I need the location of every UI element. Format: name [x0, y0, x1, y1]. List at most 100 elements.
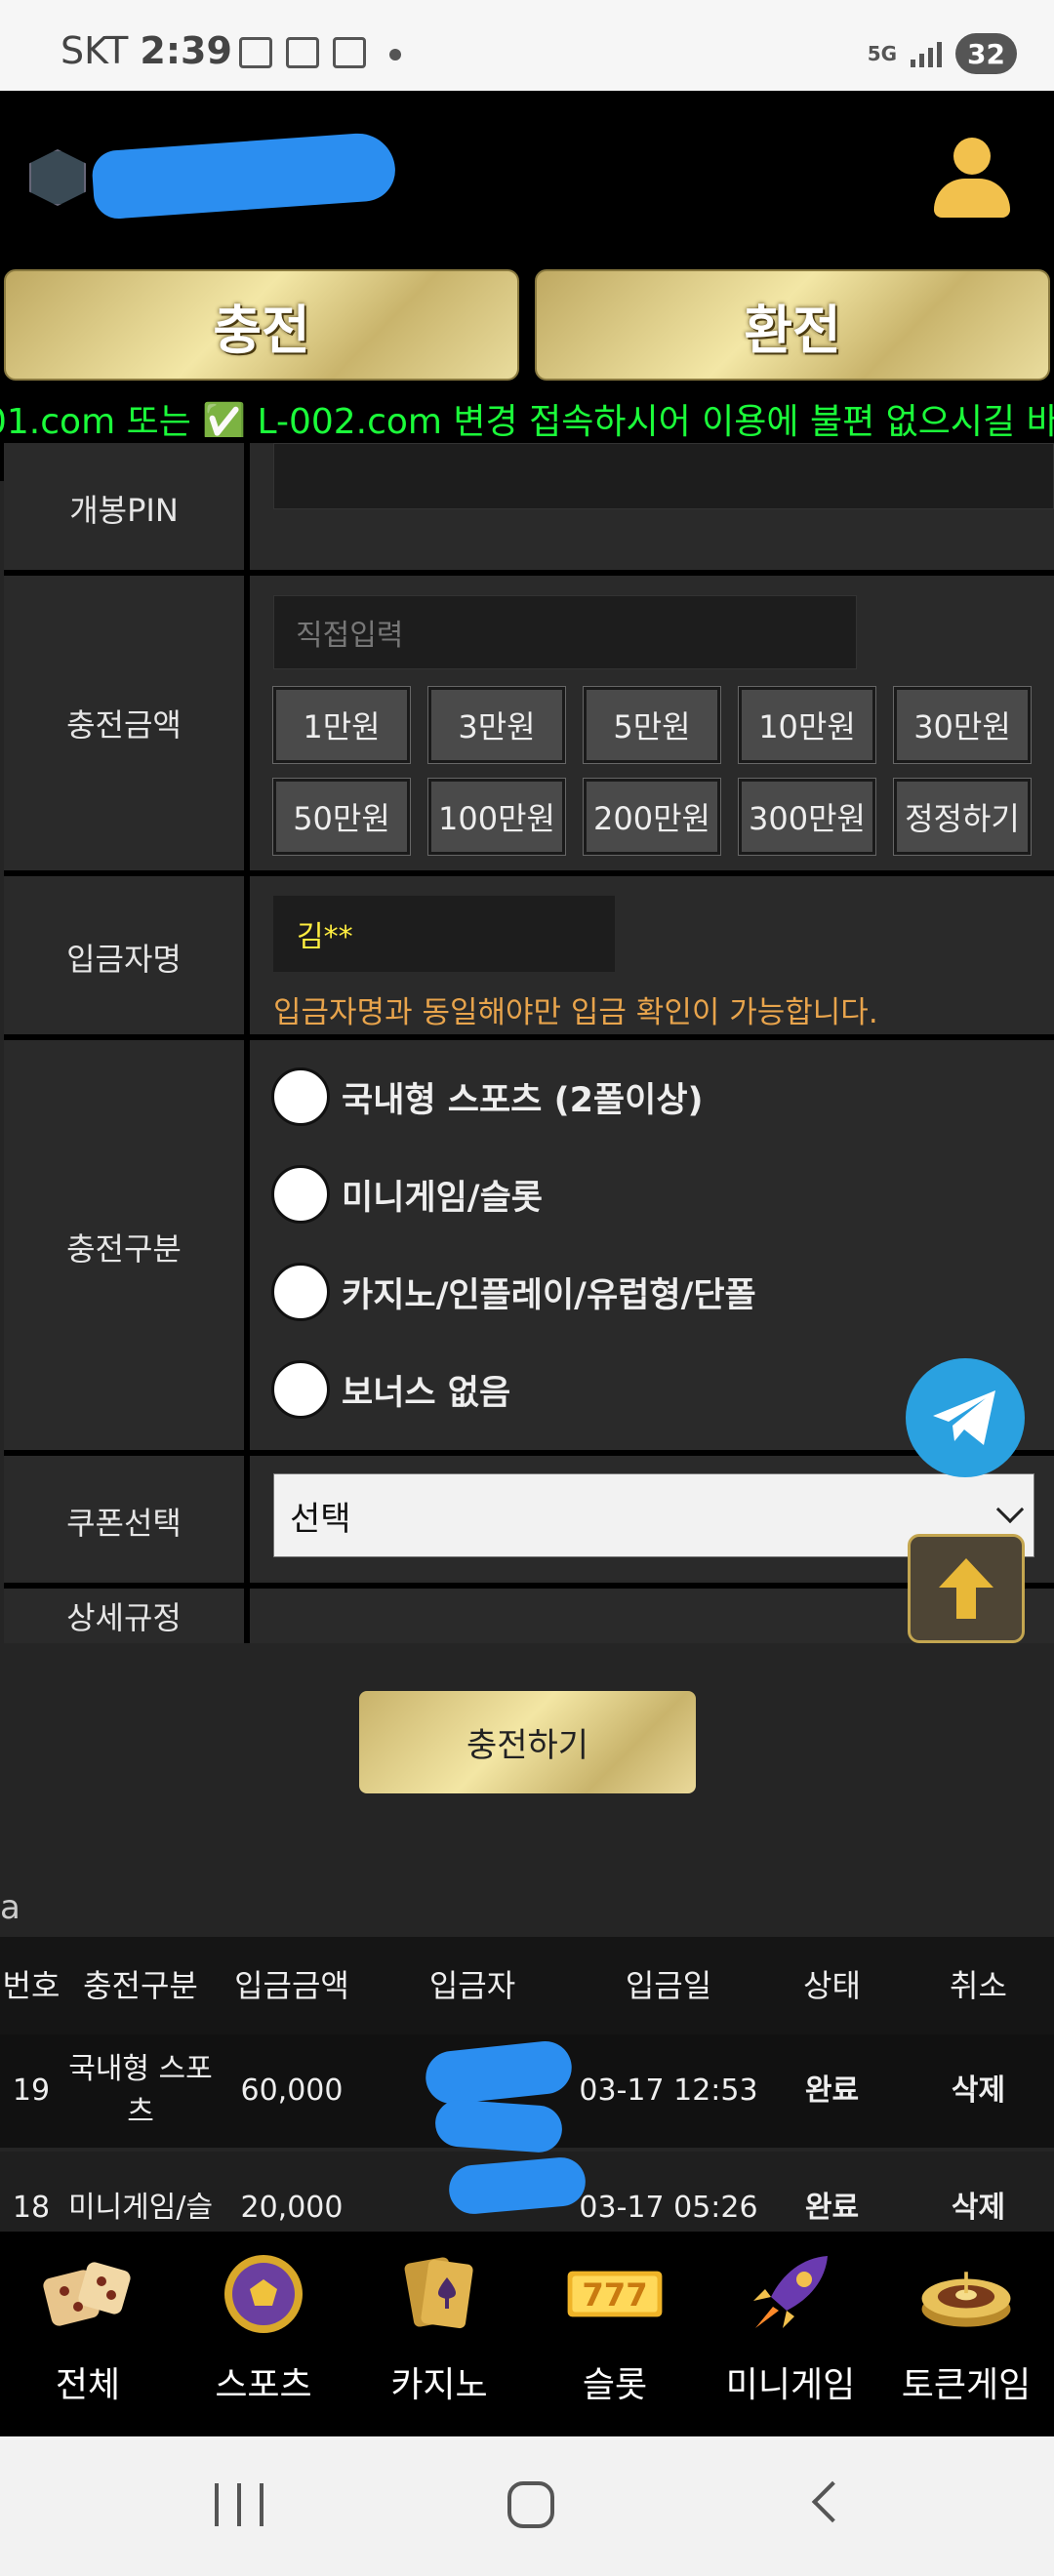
category-option-casino[interactable]: 카지노/인플레이/유럽형/단폴 — [271, 1263, 756, 1321]
nav-item-label: 슬롯 — [582, 2365, 648, 2405]
battery-indicator: 32 — [955, 33, 1017, 74]
category-option-label: 보너스 없음 — [342, 1373, 511, 1413]
amount-button-50k[interactable]: 5만원 — [583, 686, 721, 764]
telegram-button[interactable] — [906, 1358, 1025, 1477]
category-option-label: 미니게임/슬롯 — [342, 1178, 543, 1218]
column-header: 입금금액 — [234, 1967, 349, 2004]
game-nav-bar: 전체 스포츠 카지노 777 슬롯 미니게임 토큰게임 — [0, 2232, 1054, 2436]
submit-charge-button[interactable]: 충전하기 — [359, 1691, 696, 1793]
nav-item-label: 미니게임 — [725, 2365, 856, 2405]
depositor-notice: 입금자명과 동일해야만 입금 확인이 가능합니다. — [273, 995, 878, 1030]
signal-icon — [911, 40, 943, 67]
radio-button[interactable] — [271, 1067, 330, 1126]
depositor-input[interactable]: 김** — [273, 896, 615, 972]
user-profile-icon[interactable] — [932, 138, 1010, 221]
site-logo[interactable] — [29, 149, 86, 206]
column-header: 충전구분 — [83, 1967, 198, 2004]
category-option-no-bonus[interactable]: 보너스 없음 — [271, 1360, 510, 1419]
network-type: 5G — [867, 42, 898, 65]
amount-reset-button[interactable]: 정정하기 — [893, 778, 1032, 856]
rules-row: 상세규정 — [4, 1583, 1054, 1643]
soccer-ball-icon — [215, 2249, 312, 2339]
exchange-tab-button[interactable]: 환전 — [535, 269, 1050, 381]
svg-text:777: 777 — [582, 2276, 647, 2314]
coupon-row: 쿠폰선택 선택 — [4, 1450, 1054, 1587]
amount-button-1m[interactable]: 100만원 — [427, 778, 566, 856]
pin-input[interactable] — [273, 443, 1054, 509]
row-delete-button[interactable]: 삭제 — [893, 2034, 1054, 2148]
system-nav-bar — [0, 2436, 1054, 2576]
cards-icon — [390, 2249, 488, 2339]
amount-button-30k[interactable]: 3만원 — [427, 686, 566, 764]
rules-label: 상세규정 — [4, 1589, 250, 1643]
charge-tab-button[interactable]: 충전 — [4, 269, 519, 381]
category-row: 충전구분 국내형 스포츠 (2폴이상) 미니게임/슬롯 카지노/인플레이/유럽형… — [4, 1034, 1054, 1454]
radio-button[interactable] — [271, 1360, 330, 1419]
amount-button-100k[interactable]: 10만원 — [738, 686, 876, 764]
pin-cell — [256, 443, 1054, 574]
amount-button-10k[interactable]: 1만원 — [272, 686, 411, 764]
rocket-icon — [742, 2249, 839, 2339]
nav-item-label: 스포츠 — [215, 2365, 312, 2405]
status-bar: SKT 2:39 5G 32 — [0, 0, 1054, 91]
back-icon[interactable] — [811, 2480, 854, 2523]
category-option-label: 카지노/인플레이/유럽형/단폴 — [342, 1275, 756, 1315]
slot-777-icon: 777 — [566, 2249, 664, 2339]
column-header: 상태 — [803, 1967, 861, 2004]
pin-label: 개봉PIN — [4, 443, 250, 574]
row-number: 19 — [12, 2073, 51, 2108]
redaction-mask — [90, 131, 398, 221]
coupon-label: 쿠폰선택 — [4, 1456, 250, 1587]
category-option-label: 국내형 스포츠 (2폴이상) — [342, 1080, 704, 1120]
column-header: 입금일 — [625, 1967, 712, 2004]
recent-apps-icon[interactable] — [215, 2483, 264, 2526]
status-time: 2:39 — [140, 29, 232, 72]
arrow-up-icon — [939, 1558, 993, 1619]
category-label: 충전구분 — [4, 1040, 250, 1454]
status-notification-icons — [239, 37, 401, 68]
nav-item-all[interactable]: 전체 — [0, 2232, 176, 2436]
radio-button[interactable] — [271, 1263, 330, 1321]
column-header: 입금자 — [428, 1967, 516, 2004]
radio-button[interactable] — [271, 1165, 330, 1224]
carrier-text: SKT — [61, 29, 129, 72]
redaction-mask — [433, 2098, 564, 2154]
depositor-cell: 김** 입금자명과 동일해야만 입금 확인이 가능합니다. — [256, 876, 1054, 1038]
row-status: 완료 — [804, 2073, 860, 2108]
screenshot-icon — [286, 37, 319, 68]
category-option-sports[interactable]: 국내형 스포츠 (2폴이상) — [271, 1067, 704, 1126]
nav-item-label: 토큰게임 — [901, 2365, 1032, 2405]
history-title: a — [0, 1888, 20, 1927]
depositor-row: 입금자명 김** 입금자명과 동일해야만 입금 확인이 가능합니다. — [4, 870, 1054, 1038]
nav-item-label: 카지노 — [390, 2365, 488, 2405]
amount-button-2m[interactable]: 200만원 — [583, 778, 721, 856]
row-type: 국내형 스포츠 — [68, 2052, 213, 2129]
amount-input[interactable]: 직접입력 — [273, 595, 857, 669]
amount-button-500k[interactable]: 50만원 — [272, 778, 411, 856]
telegram-icon — [933, 1390, 995, 1445]
depositor-label: 입금자명 — [4, 876, 250, 1038]
row-date: 03-17 12:53 — [579, 2073, 758, 2108]
chevron-down-icon — [995, 1495, 1025, 1524]
amount-button-3m[interactable]: 300만원 — [738, 778, 876, 856]
column-header: 번호 — [2, 1967, 61, 2004]
pin-row: 개봉PIN — [4, 437, 1054, 574]
amount-cell: 직접입력 1만원 3만원 5만원 10만원 30만원 50만원 100만원 20… — [256, 576, 1054, 870]
scroll-to-top-button[interactable] — [908, 1534, 1025, 1643]
category-option-minigame[interactable]: 미니게임/슬롯 — [271, 1165, 543, 1224]
nav-item-minigame[interactable]: 미니게임 — [703, 2232, 878, 2436]
amount-label: 충전금액 — [4, 576, 250, 870]
column-header: 취소 — [950, 1967, 1007, 2004]
nav-item-sports[interactable]: 스포츠 — [176, 2232, 351, 2436]
table-header: 번호 충전구분 입금금액 입금자 입금일 상태 취소 — [0, 1937, 1054, 2034]
dice-icon — [39, 2249, 137, 2339]
coupon-selected-value: 선택 — [290, 1499, 351, 1539]
site-header: 충전 환전 01.com 또는 ✅ L-002.com 변경 접속하시어 이용에… — [0, 91, 1054, 481]
more-notifications-icon — [389, 49, 401, 60]
nav-item-slots[interactable]: 777 슬롯 — [527, 2232, 703, 2436]
nav-item-casino[interactable]: 카지노 — [351, 2232, 527, 2436]
nav-item-token-game[interactable]: 토큰게임 — [878, 2232, 1054, 2436]
row-amount: 60,000 — [240, 2073, 344, 2108]
amount-button-300k[interactable]: 30만원 — [893, 686, 1032, 764]
home-icon[interactable] — [507, 2481, 554, 2528]
